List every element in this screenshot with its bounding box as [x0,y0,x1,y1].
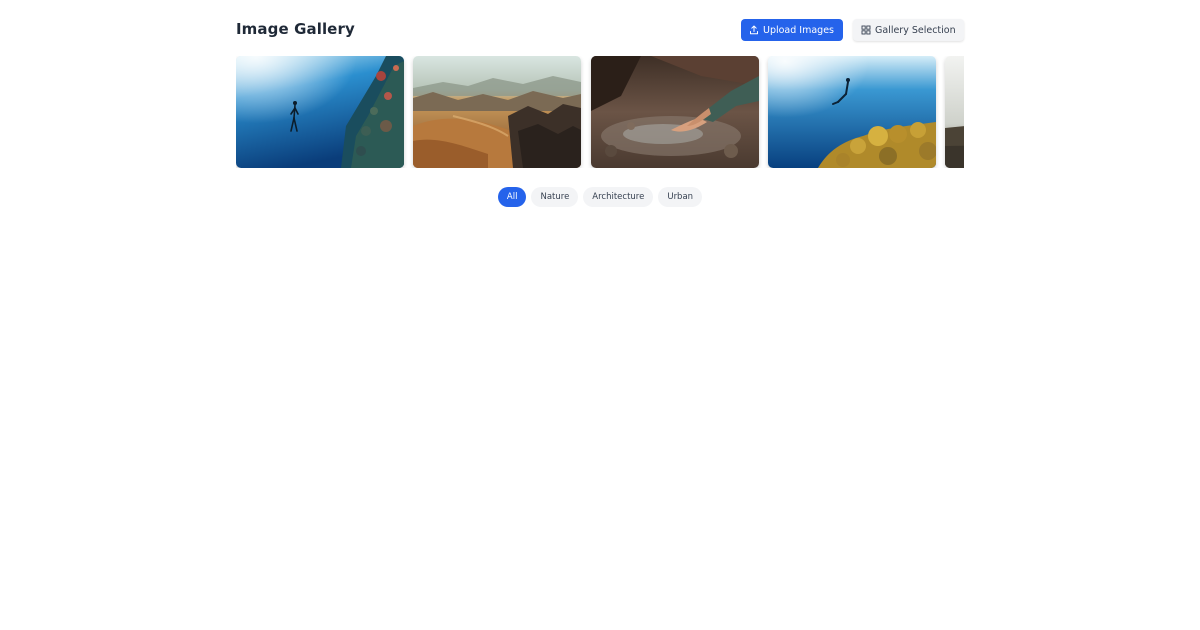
gallery-image[interactable] [768,56,936,168]
upload-images-label: Upload Images [763,24,835,36]
gallery-image[interactable] [945,56,964,168]
gallery-header: Image Gallery Upload Images Gallery Sele… [236,18,964,42]
gallery-selection-button[interactable]: Gallery Selection [853,19,964,41]
image-landscape-partial [945,56,964,168]
gallery-selection-label: Gallery Selection [875,24,956,36]
image-underwater-diver [236,56,404,168]
grid-icon [861,25,871,35]
gallery-image[interactable] [236,56,404,168]
image-carousel[interactable] [236,56,964,168]
upload-icon [749,25,759,35]
gallery-image[interactable] [413,56,581,168]
image-hands-water [591,56,759,168]
gallery-image[interactable] [591,56,759,168]
filter-all[interactable]: All [497,187,527,207]
image-freediver-reef [768,56,936,168]
filter-nature[interactable]: Nature [531,187,579,207]
filter-urban[interactable]: Urban [658,187,703,207]
page-title: Image Gallery [236,20,355,38]
category-filters: All Nature Architecture Urban [236,187,964,207]
filter-architecture[interactable]: Architecture [583,187,654,207]
upload-images-button[interactable]: Upload Images [741,19,843,41]
image-desert-mountains [413,56,581,168]
